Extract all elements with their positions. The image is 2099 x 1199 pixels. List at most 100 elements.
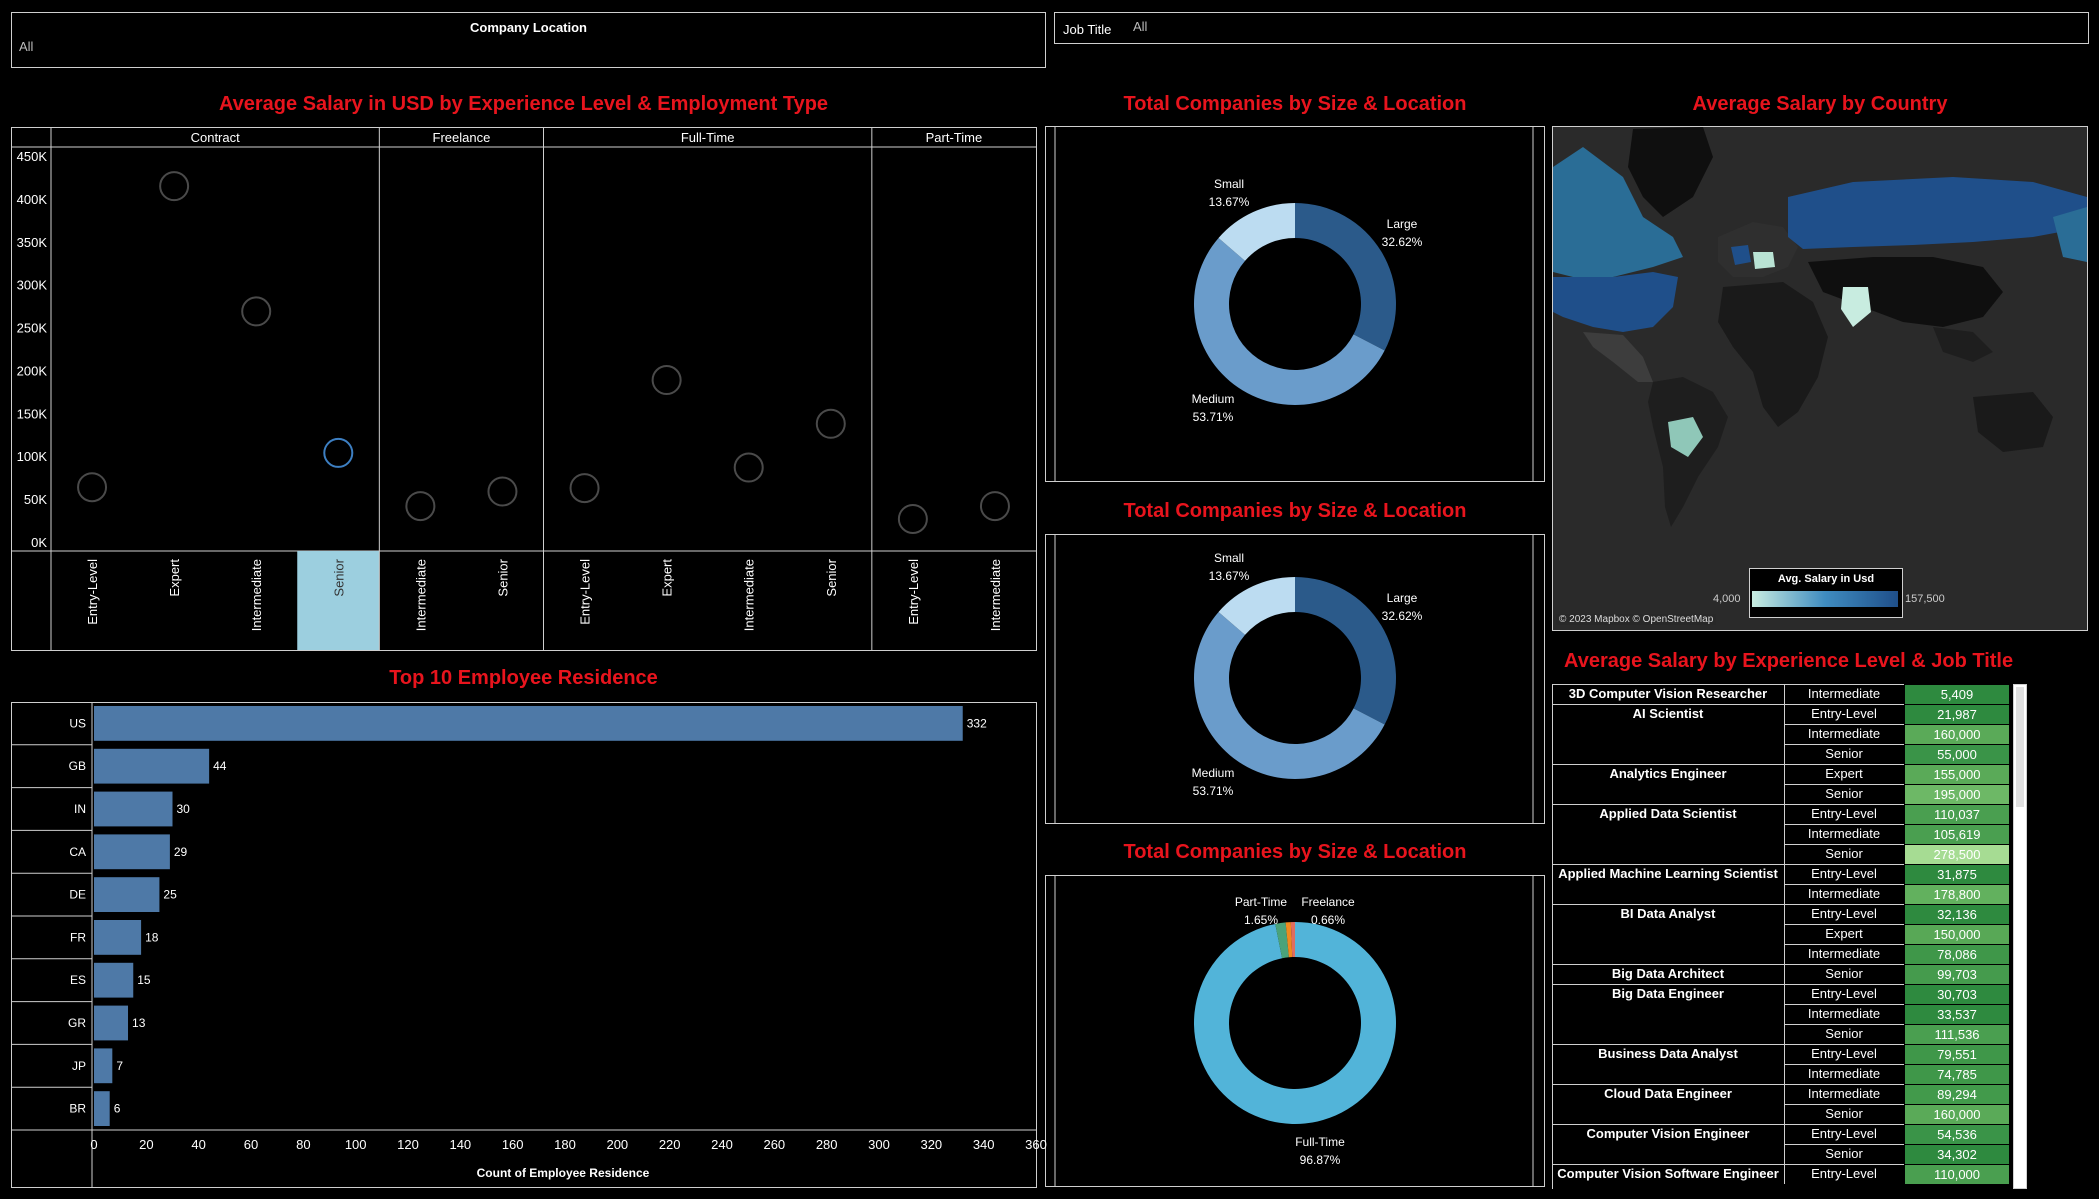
bar-category-label: ES [70, 973, 86, 987]
table-left-border [1552, 684, 1553, 1189]
table-job-title: Analytics Engineer [1609, 766, 1727, 781]
table-experience-level: Intermediate [1807, 826, 1881, 841]
table-experience-level: Expert [1825, 766, 1863, 781]
table-salary-value: 32,136 [1905, 905, 2009, 924]
table-row[interactable]: Senior 160,000 [1552, 1104, 2010, 1124]
table-row[interactable]: Business Data Analyst Entry-Level 79,551 [1552, 1044, 2010, 1064]
table-job-title: Computer Vision Engineer [1586, 1126, 1750, 1141]
bar-x-tick: 40 [191, 1137, 205, 1152]
table-experience-level: Intermediate [1807, 1066, 1881, 1081]
table-row[interactable]: Expert 150,000 [1552, 924, 2010, 944]
table-experience-level: Senior [1825, 1106, 1863, 1121]
bar [94, 791, 173, 827]
bar-x-tick: 80 [296, 1137, 310, 1152]
table-experience-level: Intermediate [1807, 1086, 1881, 1101]
table-row[interactable]: Senior 34,302 [1552, 1144, 2010, 1164]
table-experience-level: Senior [1825, 846, 1863, 861]
table-experience-level: Intermediate [1807, 686, 1881, 701]
table-salary-value: 55,000 [1905, 745, 2009, 764]
table-salary-value: 74,785 [1905, 1065, 2009, 1084]
table-experience-level: Intermediate [1807, 726, 1881, 741]
table-experience-level: Expert [1825, 926, 1863, 941]
bar-x-tick: 260 [763, 1137, 785, 1152]
bar-category-label: GB [69, 759, 86, 773]
table-row[interactable]: Senior 111,536 [1552, 1024, 2010, 1044]
table-row[interactable]: Analytics Engineer Expert 155,000 [1552, 764, 2010, 784]
table-row[interactable]: Applied Data Scientist Entry-Level 110,037 [1552, 804, 2010, 824]
bar-x-tick: 280 [816, 1137, 838, 1152]
bar [94, 962, 134, 998]
table-experience-level: Senior [1825, 746, 1863, 761]
table-salary-value: 78,086 [1905, 945, 2009, 964]
table-row[interactable]: Intermediate 105,619 [1552, 824, 2010, 844]
bar-x-tick: 160 [502, 1137, 524, 1152]
table-salary-value: 33,537 [1905, 1005, 2009, 1024]
table-salary-value: 111,536 [1905, 1025, 2009, 1044]
bar-x-tick: 360 [1025, 1137, 1047, 1152]
bar-x-tick: 120 [397, 1137, 419, 1152]
table-job-title: Big Data Engineer [1612, 986, 1724, 1001]
table-row[interactable]: Intermediate 33,537 [1552, 1004, 2010, 1024]
bar-category-label: IN [74, 802, 86, 816]
table-experience-level: Senior [1825, 966, 1863, 981]
bar-category-label: GR [68, 1016, 86, 1030]
bar [94, 706, 963, 741]
table-experience-level: Entry-Level [1811, 866, 1877, 881]
table-row[interactable]: BI Data Analyst Entry-Level 32,136 [1552, 904, 2010, 924]
table-row[interactable]: Computer Vision Software Engineer Entry-L… [1552, 1164, 2010, 1184]
table-row[interactable]: Cloud Data Engineer Intermediate 89,294 [1552, 1084, 2010, 1104]
table-job-title: AI Scientist [1632, 706, 1704, 721]
table-row[interactable]: Senior 278,500 [1552, 844, 2010, 864]
table-row[interactable]: Intermediate 178,800 [1552, 884, 2010, 904]
table-job-title: 3D Computer Vision Researcher [1568, 686, 1768, 701]
bar-x-tick: 180 [554, 1137, 576, 1152]
bar-category-label: US [69, 716, 86, 730]
bar-value-label: 15 [137, 973, 151, 987]
table-row[interactable]: Big Data Engineer Entry-Level 30,703 [1552, 984, 2010, 1004]
bar-value-label: 18 [145, 930, 159, 944]
bar [94, 834, 170, 870]
table-experience-level: Intermediate [1807, 1006, 1881, 1021]
table-scrollbar-thumb[interactable] [2016, 687, 2024, 807]
table-scrollbar[interactable] [2013, 684, 2027, 1189]
bar-x-tick: 240 [711, 1137, 733, 1152]
bar-x-tick: 300 [868, 1137, 890, 1152]
table-row[interactable]: Senior 195,000 [1552, 784, 2010, 804]
table-row[interactable]: Intermediate 160,000 [1552, 724, 2010, 744]
salary-table[interactable]: 3D Computer Vision Researcher Intermediat… [1552, 684, 2060, 1189]
table-salary-value: 178,800 [1905, 885, 2009, 904]
table-salary-value: 5,409 [1905, 685, 2009, 704]
table-row[interactable]: Computer Vision Engineer Entry-Level 54,53… [1552, 1124, 2010, 1144]
bar-x-tick: 340 [973, 1137, 995, 1152]
table-row[interactable]: Senior 55,000 [1552, 744, 2010, 764]
table-experience-level: Senior [1825, 786, 1863, 801]
bar [94, 1048, 113, 1084]
table-salary-value: 195,000 [1905, 785, 2009, 804]
bar [94, 1091, 110, 1126]
bar [94, 877, 160, 912]
bar-value-label: 29 [174, 845, 188, 859]
table-group-divider [1552, 804, 1784, 805]
bar-x-tick: 0 [90, 1137, 97, 1152]
bar-category-label: FR [70, 930, 86, 944]
table-row[interactable]: AI Scientist Entry-Level 21,987 [1552, 704, 2010, 724]
table-row[interactable]: Intermediate 78,086 [1552, 944, 2010, 964]
bar-category-label: BR [69, 1102, 86, 1116]
table-group-divider [1552, 764, 1784, 765]
table-row[interactable]: Intermediate 74,785 [1552, 1064, 2010, 1084]
bar-value-label: 7 [116, 1059, 123, 1073]
table-experience-level: Entry-Level [1811, 1126, 1877, 1141]
table-group-divider [1552, 704, 1784, 705]
bar [94, 1005, 129, 1041]
bar-x-tick: 20 [139, 1137, 153, 1152]
table-salary-value: 155,000 [1905, 765, 2009, 784]
table-row[interactable]: Big Data Architect Senior 99,703 [1552, 964, 2010, 984]
bar-category-label: CA [69, 845, 86, 859]
table-row[interactable]: 3D Computer Vision Researcher Intermediat… [1552, 684, 2010, 704]
table-group-divider [1552, 1124, 1784, 1125]
table-experience-level: Entry-Level [1811, 806, 1877, 821]
table-experience-level: Entry-Level [1811, 1046, 1877, 1061]
bar-value-label: 25 [163, 888, 177, 902]
bar-value-label: 6 [114, 1102, 121, 1116]
table-row[interactable]: Applied Machine Learning Scientist Entry-… [1552, 864, 2010, 884]
